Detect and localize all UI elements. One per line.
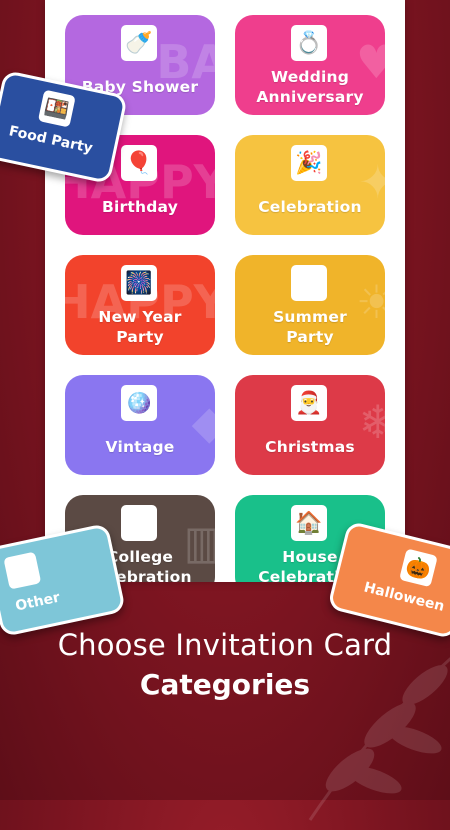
birthday-icon: 🎈: [121, 145, 157, 181]
card-label-line-2: Party: [286, 328, 334, 346]
pumpkin-icon: 🎃: [399, 548, 438, 588]
category-card-celebration[interactable]: ✦ 🎉 Celebration: [235, 135, 385, 235]
floating-card-halloween[interactable]: 🎃 Halloween: [327, 520, 450, 640]
card-label: Celebration: [258, 198, 362, 216]
card-label-line-1: Wedding: [270, 68, 350, 86]
celebration-icon: 🎉: [291, 145, 327, 181]
phone-screen: BA 🍼 Baby Shower ♥ 💍 Wedding Anniversary…: [45, 0, 405, 582]
card-label-line-2: Anniversary: [256, 88, 364, 106]
house-icon: 🏠: [291, 505, 327, 541]
caption-subtitle: Categories: [139, 668, 311, 701]
card-label: Wedding Anniversary: [235, 67, 385, 107]
card-label-line-1: New Year: [98, 308, 182, 326]
category-card-summer-party[interactable]: ☀ 🏖 Summer Party: [235, 255, 385, 355]
summer-party-icon: 🏖: [291, 265, 327, 301]
caption-title: Choose Invitation Card: [57, 628, 393, 662]
category-card-new-year-party[interactable]: HAPPY 🎆 New Year Party: [65, 255, 215, 355]
category-card-wedding-anniversary[interactable]: ♥ 💍 Wedding Anniversary: [235, 15, 385, 115]
college-building-icon: 🏛: [121, 505, 157, 541]
envelope-icon: ✉: [3, 551, 42, 590]
card-label-line-1: Summer: [273, 308, 347, 326]
floating-card-label: Food Party: [7, 123, 95, 157]
card-label: Summer Party: [235, 307, 385, 347]
card-label: Christmas: [265, 438, 355, 456]
floating-card-label: Halloween: [362, 579, 446, 615]
food-tray-icon: 🍱: [37, 89, 76, 128]
card-label: Birthday: [102, 198, 178, 216]
category-card-christmas[interactable]: ❄ 🎅 Christmas: [235, 375, 385, 475]
baby-shower-icon: 🍼: [121, 25, 157, 61]
wedding-rings-icon: 💍: [291, 25, 327, 61]
floating-card-label: Other: [14, 589, 62, 615]
card-label: Vintage: [105, 438, 175, 456]
santa-icon: 🎅: [291, 385, 327, 421]
card-label: New Year Party: [65, 307, 215, 347]
card-label-line-2: Party: [116, 328, 164, 346]
new-year-icon: 🎆: [121, 265, 157, 301]
disco-ball-icon: 🪩: [121, 385, 157, 421]
category-card-vintage[interactable]: ◆ 🪩 Vintage: [65, 375, 215, 475]
floating-card-other[interactable]: ✉ Other: [0, 522, 126, 638]
